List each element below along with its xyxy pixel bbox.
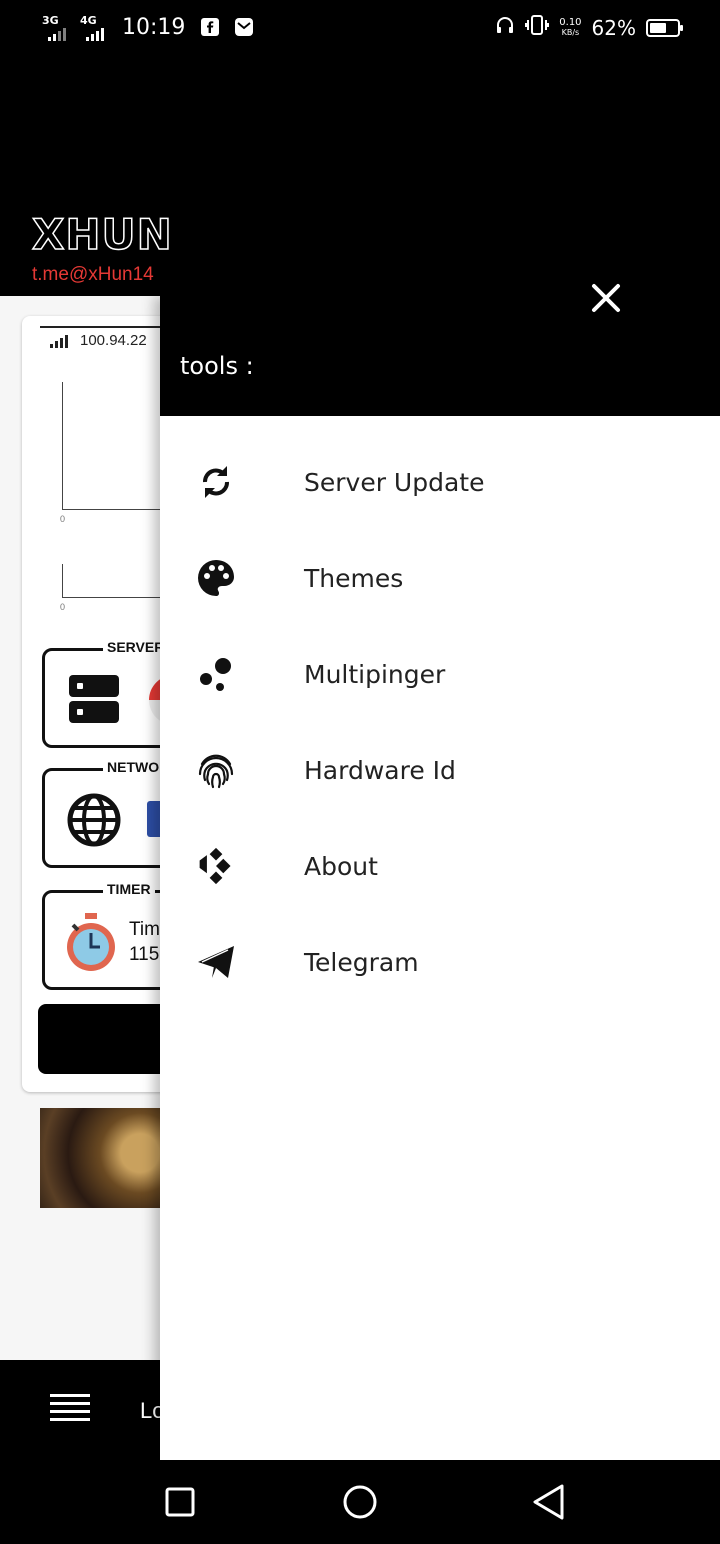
bubbles-icon bbox=[196, 654, 236, 694]
server-icon bbox=[69, 675, 119, 725]
menu-item-telegram[interactable]: Telegram bbox=[160, 914, 720, 1010]
net-speed: 0.10 KB/s bbox=[559, 16, 582, 37]
kodi-icon bbox=[196, 846, 236, 886]
network-panel-title: NETWO bbox=[103, 759, 164, 775]
stopwatch-icon bbox=[67, 913, 115, 971]
navigation-bar bbox=[0, 1460, 720, 1544]
app-header bbox=[0, 58, 720, 296]
ping-graph bbox=[62, 382, 162, 510]
menu-item-hardware-id[interactable]: Hardware Id bbox=[160, 722, 720, 818]
home-button[interactable] bbox=[338, 1480, 382, 1524]
ip-address: 100.94.22 bbox=[80, 332, 147, 349]
close-icon[interactable] bbox=[588, 280, 624, 316]
vibrate-icon bbox=[525, 14, 550, 41]
menu-item-label: Themes bbox=[304, 563, 404, 593]
timer-panel-title: TIMER bbox=[103, 881, 155, 897]
menu-item-label: About bbox=[304, 851, 378, 881]
graph-zero-label: 0 bbox=[60, 514, 66, 524]
headphones-icon bbox=[495, 15, 515, 40]
recents-button[interactable] bbox=[158, 1480, 202, 1524]
battery-percent: 62% bbox=[591, 15, 636, 40]
back-button[interactable] bbox=[526, 1480, 570, 1524]
globe-icon bbox=[67, 793, 121, 847]
mail-icon bbox=[235, 18, 254, 36]
app-title: XHUN bbox=[31, 209, 173, 260]
menu-item-about[interactable]: About bbox=[160, 818, 720, 914]
palette-icon bbox=[196, 558, 236, 598]
battery-icon bbox=[646, 18, 683, 37]
telegram-icon bbox=[196, 942, 236, 982]
menu-item-label: Server Update bbox=[304, 467, 485, 497]
graph-zero-label: 0 bbox=[60, 602, 66, 612]
tools-drawer: tools : Server Update Themes Multipinger bbox=[160, 284, 720, 1460]
signal-4g-icon: 4G bbox=[80, 14, 110, 41]
ip-row: 100.94.22 bbox=[50, 332, 147, 349]
menu-item-multipinger[interactable]: Multipinger bbox=[160, 626, 720, 722]
drawer-title: tools : bbox=[180, 352, 254, 380]
clock: 10:19 bbox=[122, 14, 186, 40]
app-subtitle: t.me@xHun14 bbox=[32, 264, 154, 285]
facebook-icon bbox=[201, 18, 220, 36]
drawer-menu: Server Update Themes Multipinger Hardwar… bbox=[160, 434, 720, 1010]
menu-item-themes[interactable]: Themes bbox=[160, 530, 720, 626]
menu-item-label: Multipinger bbox=[304, 659, 446, 689]
signal-icon bbox=[50, 334, 68, 348]
menu-item-label: Hardware Id bbox=[304, 755, 456, 785]
menu-item-label: Telegram bbox=[304, 947, 419, 977]
menu-item-server-update[interactable]: Server Update bbox=[160, 434, 720, 530]
menu-icon[interactable] bbox=[50, 1394, 90, 1424]
speed-graph bbox=[62, 564, 162, 598]
fingerprint-icon bbox=[196, 750, 236, 790]
signal-3g-icon: 3G bbox=[42, 14, 72, 41]
status-bar: 3G 4G 10:19 0.10 KB/s 62% bbox=[0, 0, 720, 58]
server-panel-title: SERVER bbox=[103, 639, 169, 655]
refresh-icon bbox=[196, 462, 236, 502]
